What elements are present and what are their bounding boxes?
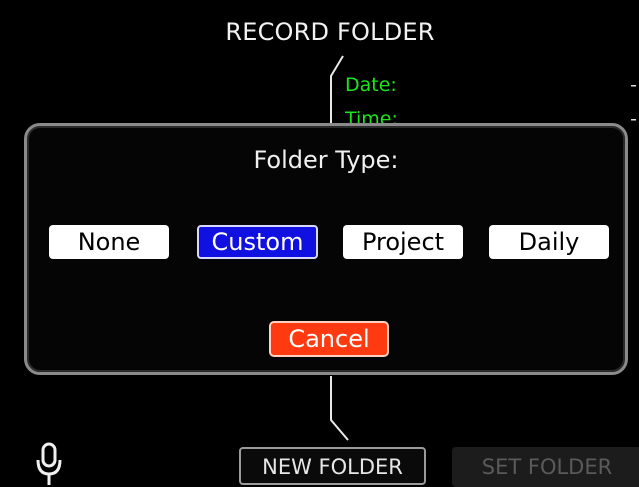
cancel-button[interactable]: Cancel bbox=[269, 321, 389, 357]
option-project-button[interactable]: Project bbox=[343, 225, 463, 259]
date-value-fragment: - bbox=[630, 74, 637, 96]
set-folder-button[interactable]: SET FOLDER bbox=[452, 447, 639, 487]
option-none-button[interactable]: None bbox=[49, 225, 169, 259]
date-label: Date: bbox=[345, 74, 397, 96]
microphone-icon[interactable] bbox=[34, 442, 64, 487]
folder-type-dialog: Folder Type: None Custom Project Daily C… bbox=[24, 123, 628, 375]
dialog-title: Folder Type: bbox=[253, 146, 399, 174]
new-folder-button[interactable]: NEW FOLDER bbox=[239, 447, 426, 485]
record-folder-screen: RECORD FOLDER Date: Time: - - Folder Typ… bbox=[0, 0, 639, 487]
option-custom-button[interactable]: Custom bbox=[197, 225, 318, 259]
option-daily-button[interactable]: Daily bbox=[489, 225, 609, 259]
time-value-fragment: - bbox=[630, 108, 637, 130]
